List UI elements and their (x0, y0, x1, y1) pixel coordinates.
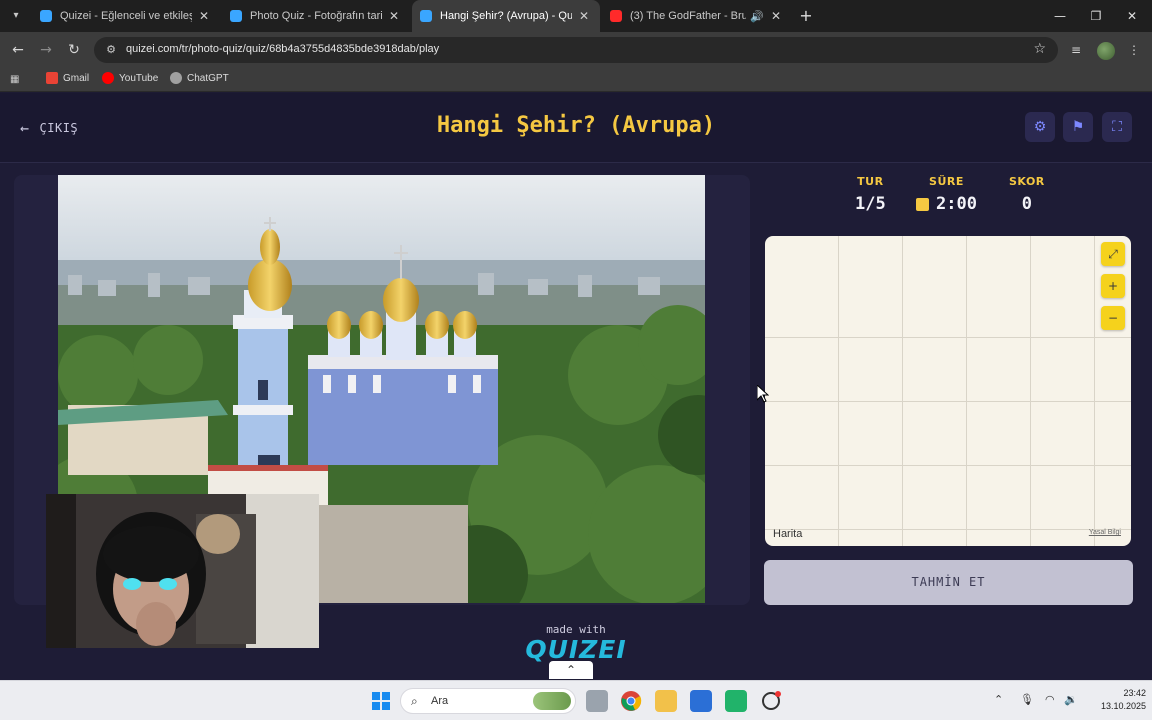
youtube-icon (102, 72, 114, 84)
chevron-up-icon[interactable]: ⌃ (549, 661, 593, 679)
bookmark-youtube[interactable]: YouTube (102, 72, 158, 84)
taskbar-search[interactable]: ⌕ Ara (400, 688, 576, 714)
wifi-icon[interactable]: ◠ (1045, 693, 1055, 706)
zoom-in-icon[interactable]: + (1101, 274, 1125, 298)
volume-icon[interactable]: 🔉 (1064, 693, 1078, 706)
bookmark-gmail[interactable]: Gmail (46, 72, 89, 84)
address-bar[interactable]: ⚙ quizei.com/tr/photo-quiz/quiz/68b4a375… (94, 37, 1058, 63)
quizei-favicon-icon (230, 10, 242, 22)
steam-icon[interactable] (760, 690, 782, 712)
back-arrow-icon[interactable]: ← (8, 40, 28, 60)
apps-grid-icon[interactable]: ▦ (10, 74, 22, 86)
youtube-favicon-icon (610, 10, 622, 22)
game-header: ← ÇIKIŞ Hangi Şehir? (Avrupa) ⚙ ⚑ ⛶ (0, 93, 1152, 163)
tab-search-icon[interactable]: ▾ (6, 6, 26, 26)
media-controls-icon[interactable]: ≡ (1066, 40, 1086, 60)
webcam-overlay (46, 494, 319, 648)
close-icon[interactable]: ✕ (576, 9, 592, 23)
score-stat: SKOR 0 (1009, 175, 1045, 214)
chatgpt-icon (170, 72, 182, 84)
time-stat: SÜRE 2:00 (916, 175, 977, 214)
window-close-icon[interactable]: ✕ (1114, 0, 1150, 32)
quizei-favicon-icon (420, 10, 432, 22)
mouse-cursor-icon (757, 385, 769, 403)
browser-toolbar: ← → ↻ ⚙ quizei.com/tr/photo-quiz/quiz/68… (0, 32, 1152, 68)
report-flag-icon[interactable]: ⚑ (1063, 112, 1093, 142)
chrome-taskbar-icon[interactable] (620, 690, 642, 712)
task-view-icon[interactable] (586, 690, 608, 712)
gmail-icon (46, 72, 58, 84)
tab-youtube-godfather[interactable]: (3) The GodFather - Brucis 🔊 ✕ (602, 0, 792, 32)
reload-icon[interactable]: ↻ (64, 40, 84, 60)
speaker-icon[interactable]: 🔊 (750, 10, 764, 23)
chrome-menu-icon[interactable]: ⋮ (1124, 40, 1144, 60)
profile-avatar[interactable] (1097, 42, 1115, 60)
legal-link[interactable]: Yasal Bilgi (1089, 529, 1121, 536)
search-highlight-icon (533, 692, 571, 710)
taskbar-clock[interactable]: 23:42 13.10.2025 (1086, 687, 1146, 713)
windows-taskbar: ⌕ Ara ⌃ 🎙 ◠ 🔉 23:42 13.10.2025 (0, 680, 1152, 720)
tab-hangi-sehir[interactable]: Hangi Şehir? (Avrupa) - Quizei ✕ (412, 0, 600, 32)
zoom-out-icon[interactable]: − (1101, 306, 1125, 330)
minimize-icon[interactable]: — (1042, 0, 1078, 32)
round-stat: TUR 1/5 (855, 175, 886, 214)
chevron-up-icon[interactable]: ⌃ (994, 693, 1003, 706)
windows-start-icon[interactable] (370, 690, 392, 712)
new-tab-plus-icon[interactable]: + (796, 6, 816, 26)
tab-strip: ▾ Quizei - Eğlenceli ve etkileşimli ✕ Ph… (0, 0, 1152, 32)
app-icon[interactable] (725, 690, 747, 712)
store-icon[interactable] (690, 690, 712, 712)
page-title: Hangi Şehir? (Avrupa) (436, 113, 716, 138)
guess-button[interactable]: TAHMİN ET (764, 560, 1133, 605)
bookmarks-bar: ▦ Gmail YouTube ChatGPT (0, 68, 1152, 92)
close-icon[interactable]: ✕ (386, 9, 402, 23)
quizei-favicon-icon (40, 10, 52, 22)
search-icon: ⌕ (411, 694, 418, 708)
bookmark-star-icon[interactable]: ☆ (1033, 41, 1046, 57)
map-provider-logo: Harita (773, 528, 803, 540)
timer-icon (916, 197, 929, 211)
forward-arrow-icon[interactable]: → (36, 40, 56, 60)
site-info-icon[interactable]: ⚙ (104, 43, 118, 57)
file-explorer-icon[interactable] (655, 690, 677, 712)
close-icon[interactable]: ✕ (768, 9, 784, 23)
tab-quizei-home[interactable]: Quizei - Eğlenceli ve etkileşimli ✕ (32, 0, 220, 32)
microphone-icon[interactable]: 🎙 (1020, 693, 1034, 706)
expand-map-icon[interactable]: ⤢ (1101, 242, 1125, 266)
restore-icon[interactable]: ❐ (1078, 0, 1114, 32)
url-text[interactable]: quizei.com/tr/photo-quiz/quiz/68b4a3755d… (126, 43, 439, 55)
settings-gear-icon[interactable]: ⚙ (1025, 112, 1055, 142)
fullscreen-icon[interactable]: ⛶ (1102, 112, 1132, 142)
bookmark-chatgpt[interactable]: ChatGPT (170, 72, 229, 84)
close-icon[interactable]: ✕ (196, 9, 212, 23)
tab-photo-quiz[interactable]: Photo Quiz - Fotoğrafın tarihini ✕ (222, 0, 410, 32)
guess-map[interactable]: ⤢ + − Harita Yasal Bilgi (765, 236, 1131, 546)
